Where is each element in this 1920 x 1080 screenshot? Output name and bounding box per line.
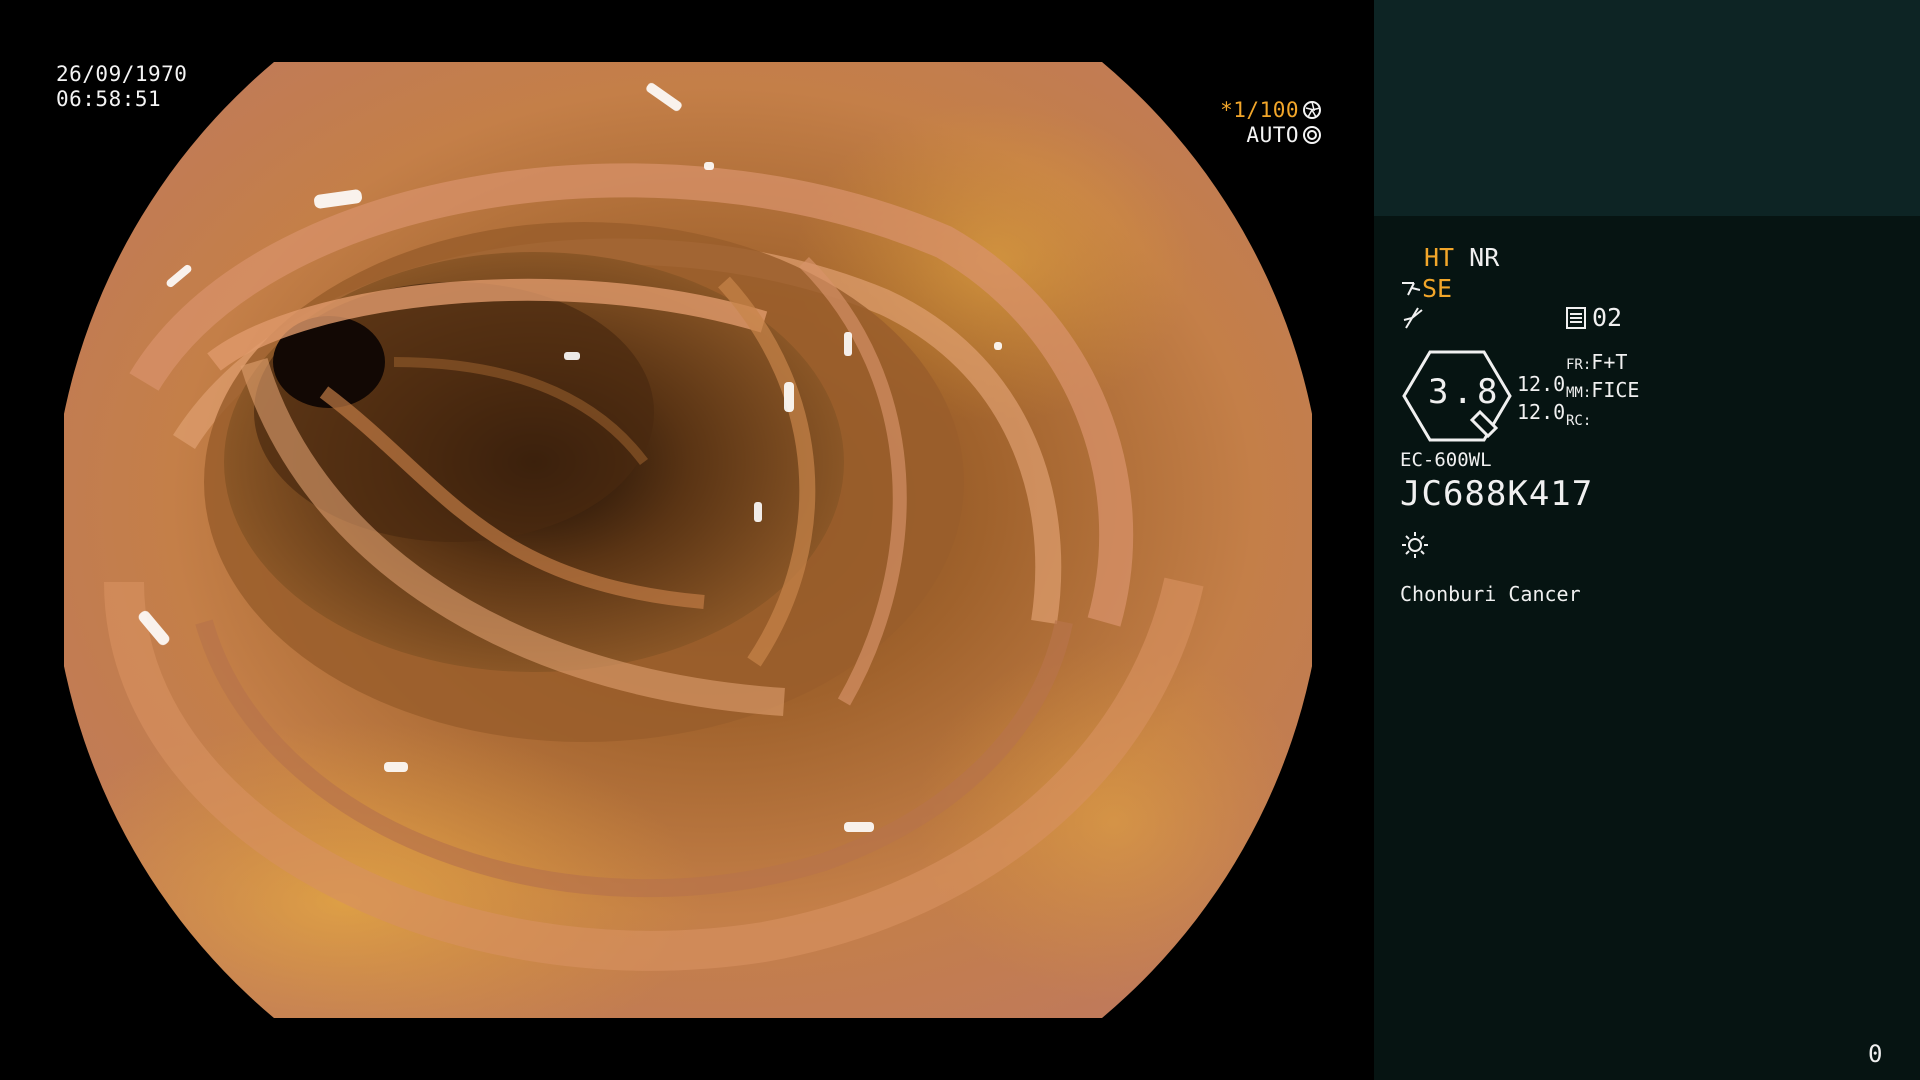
memory-value: 02 <box>1592 303 1623 332</box>
zoom-value: 3.8 <box>1428 372 1502 412</box>
aperture-icon <box>1303 101 1321 119</box>
iris-icon <box>1303 126 1321 144</box>
se-row: SE <box>1400 274 1452 303</box>
panel-header-area <box>1374 0 1920 216</box>
value-1: 12.0 <box>1517 372 1566 396</box>
scope-serial: JC688K417 <box>1400 474 1594 514</box>
mm-label: MM: <box>1566 385 1592 401</box>
institution-name: Chonburi Cancer <box>1400 582 1581 606</box>
datetime-display: 26/09/1970 06:58:51 <box>56 62 187 112</box>
info-panel: HT NR SE 02 3.8 12.0 12.0 FR:F+T MM:FICE… <box>1374 0 1920 1080</box>
wave-icon <box>1403 307 1423 329</box>
rc-label: RC: <box>1566 413 1592 429</box>
value-column: 12.0 12.0 <box>1517 370 1565 426</box>
mm-value: FICE <box>1591 378 1640 402</box>
fr-value: F+T <box>1591 350 1628 374</box>
date-text: 26/09/1970 <box>56 62 188 86</box>
endoscopy-image <box>64 62 1312 1018</box>
ht-nr-row: HT NR <box>1424 243 1499 272</box>
fr-label: FR: <box>1566 357 1592 373</box>
scope-model: EC-600WL <box>1400 449 1492 471</box>
mode-column: FR:F+T MM:FICE RC: <box>1566 350 1639 434</box>
memory-icon <box>1566 307 1586 329</box>
iris-mode-text: AUTO <box>1246 123 1299 147</box>
value-2: 12.0 <box>1517 400 1566 424</box>
exposure-display: *1/100 AUTO <box>1220 98 1322 148</box>
ht-label: HT <box>1424 243 1455 272</box>
nr-label: NR <box>1469 243 1500 272</box>
endoscope-view: 26/09/1970 06:58:51 *1/100 AUTO <box>0 0 1374 1080</box>
time-text: 06:58:51 <box>56 87 162 111</box>
sun-icon <box>1402 532 1428 558</box>
shutter-speed-text: *1/100 <box>1220 98 1299 122</box>
se-label: SE <box>1422 274 1453 303</box>
scope-tip-icon <box>1402 282 1421 296</box>
page-number: 0 <box>1868 1040 1883 1068</box>
memory-row: 02 <box>1566 303 1622 332</box>
